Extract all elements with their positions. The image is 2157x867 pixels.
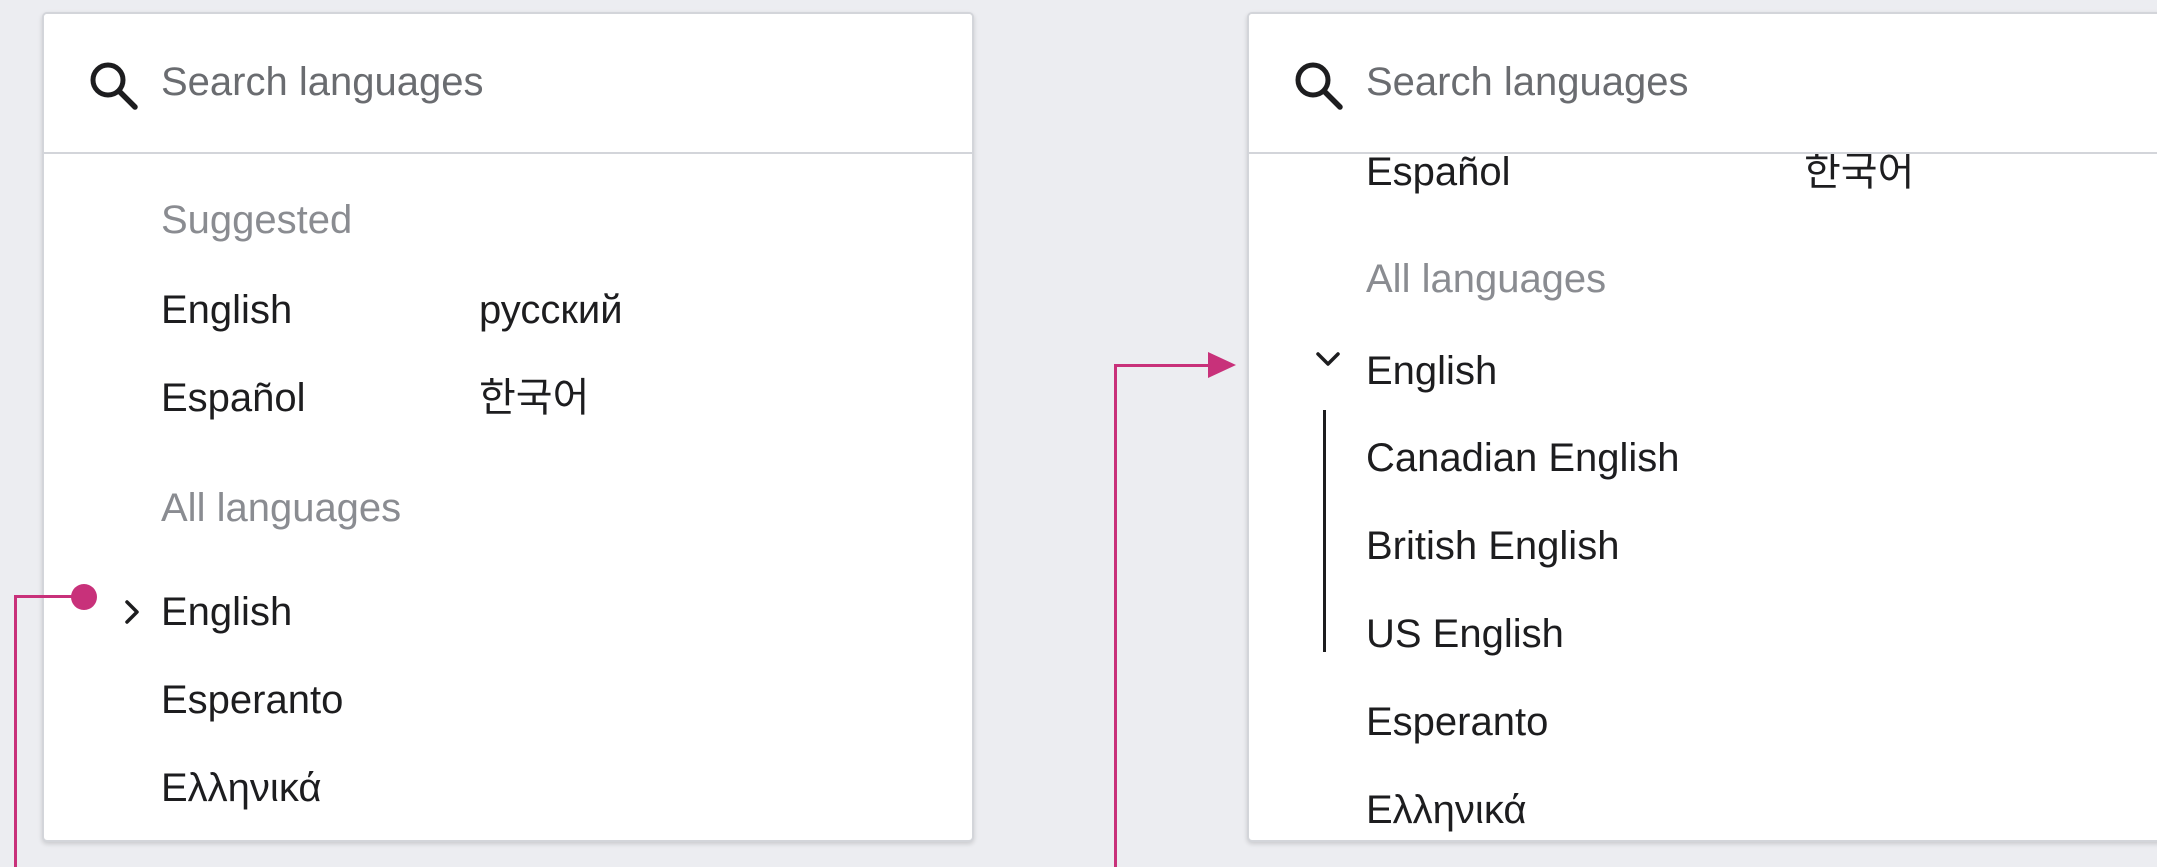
all-languages-heading: All languages (161, 486, 402, 530)
callout-arrowhead (1208, 352, 1236, 378)
language-item-russian[interactable]: русский (479, 286, 623, 334)
language-item-greek[interactable]: Ελληνικά (1366, 786, 1526, 834)
search-bar (1249, 14, 2157, 154)
language-item-korean[interactable]: 한국어 (1804, 148, 1914, 196)
language-item-greek[interactable]: Ελληνικά (161, 764, 321, 812)
search-icon (90, 62, 138, 110)
language-item-english[interactable]: English (161, 286, 292, 334)
language-item-korean[interactable]: 한국어 (479, 374, 589, 422)
search-input[interactable] (1366, 50, 2066, 114)
callout-line-top (14, 595, 74, 598)
search-bar (44, 14, 972, 154)
all-languages-heading: All languages (1366, 257, 1607, 301)
callout-line-arrow (1114, 364, 1210, 367)
language-item-spanish[interactable]: Español (1366, 148, 1511, 196)
callout-line-right (1114, 364, 1117, 867)
language-item-spanish[interactable]: Español (161, 374, 306, 422)
language-item-esperanto[interactable]: Esperanto (1366, 698, 1548, 746)
language-item-english-group[interactable]: English (161, 588, 292, 636)
language-item-us-english[interactable]: US English (1366, 610, 1564, 658)
search-icon (1295, 62, 1343, 110)
language-item-british-english[interactable]: British English (1366, 522, 1619, 570)
chevron-right-icon[interactable] (118, 598, 146, 626)
callout-line-left (14, 595, 17, 867)
sub-list-guide-line (1323, 410, 1326, 652)
language-item-esperanto[interactable]: Esperanto (161, 676, 343, 724)
language-item-canadian-english[interactable]: Canadian English (1366, 434, 1680, 482)
language-menu-expanded: Español 한국어 All languages English Canadi… (1247, 12, 2157, 842)
search-input[interactable] (161, 50, 861, 114)
language-menu-collapsed: Suggested English русский Español 한국어 Al… (42, 12, 974, 842)
language-item-english-group[interactable]: English (1366, 347, 1497, 395)
chevron-down-icon[interactable] (1314, 345, 1342, 373)
callout-dot (71, 584, 97, 610)
suggested-heading: Suggested (161, 198, 353, 242)
